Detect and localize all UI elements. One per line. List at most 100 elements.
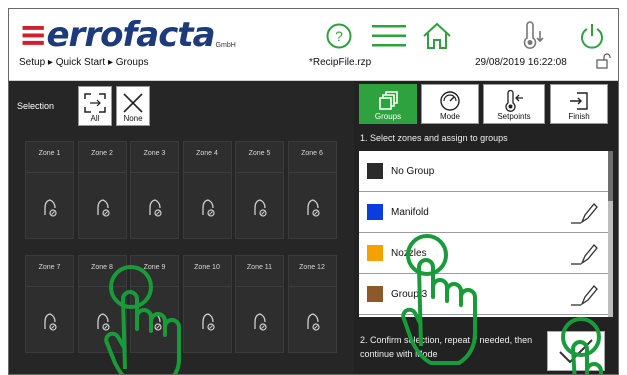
nozzle-icon <box>94 198 112 223</box>
nozzle-icon <box>146 312 164 337</box>
zone-divider <box>131 172 178 173</box>
zone-name: Zone 9 <box>143 264 166 271</box>
group-name: Nozzles <box>391 248 427 259</box>
tab-finish-label: Finish <box>568 112 590 121</box>
zone-divider <box>26 286 73 287</box>
instruction-step-1: 1. Select zones and assign to groups <box>360 133 508 143</box>
group-color-swatch <box>367 163 383 179</box>
zone-tile[interactable]: Zone 9 <box>130 255 179 353</box>
tab-groups-label: Groups <box>374 112 402 121</box>
zone-divider <box>288 286 336 287</box>
zone-tile[interactable]: Zone 7 <box>25 255 74 353</box>
select-all-button[interactable]: All <box>78 86 112 126</box>
nozzle-icon <box>304 198 322 223</box>
instruction-step-2: 2. Confirm selection, repeat if needed, … <box>360 335 533 359</box>
tab-setpoints-label: Setpoints <box>497 112 531 121</box>
zone-tile[interactable]: Zone 6 <box>287 141 337 239</box>
zone-name: Zone 10 <box>194 264 220 271</box>
zone-panel: Selection All None Zone 1 Zone 2 Zone 3 Zon… <box>9 81 354 374</box>
nozzle-icon <box>41 198 59 223</box>
logo-text: ≡errofacta <box>19 15 216 55</box>
nozzle-icon <box>304 312 322 337</box>
select-all-label: All <box>90 114 100 123</box>
groups-icon <box>379 91 398 110</box>
select-none-label: None <box>123 114 143 123</box>
group-row-manifold[interactable]: Manifold <box>359 192 609 233</box>
lock-icon[interactable] <box>595 53 611 74</box>
select-all-icon <box>84 93 106 113</box>
nozzle-icon <box>251 198 269 223</box>
edit-icon[interactable] <box>569 282 599 313</box>
finish-icon <box>570 92 588 110</box>
zone-tile[interactable]: Zone 11 <box>235 255 284 353</box>
group-name: Manifold <box>391 207 429 218</box>
group-color-swatch <box>367 245 383 261</box>
zone-divider <box>131 286 178 287</box>
checkmark-icon <box>559 339 593 364</box>
tab-groups[interactable]: Groups <box>359 84 417 124</box>
nozzle-icon <box>199 198 217 223</box>
menu-icon[interactable] <box>367 19 411 53</box>
zone-name: Zone 6 <box>301 150 323 157</box>
zone-tile[interactable]: Zone 8 <box>77 255 127 353</box>
group-color-swatch <box>367 204 383 220</box>
zone-divider <box>288 172 336 173</box>
ferrofacta-logo: ≡errofacta GmbH <box>19 15 236 55</box>
group-list-scrollbar[interactable] <box>608 151 613 317</box>
group-color-swatch <box>367 286 383 302</box>
group-row-nozzles[interactable]: Nozzles <box>359 233 609 274</box>
nozzle-icon <box>146 198 164 223</box>
recipe-file-name: *RecipFile.rzp <box>309 57 372 68</box>
mode-icon <box>440 91 460 111</box>
confirm-button[interactable] <box>547 331 605 371</box>
zone-name: Zone 4 <box>196 150 218 157</box>
nozzle-icon <box>41 312 59 337</box>
zone-divider <box>183 172 231 173</box>
group-row-group-3[interactable]: Group 3 <box>359 274 609 315</box>
zone-tile[interactable]: Zone 3 <box>130 141 179 239</box>
zone-tile[interactable]: Zone 2 <box>77 141 127 239</box>
zone-divider <box>183 286 231 287</box>
zone-tile[interactable]: Zone 4 <box>182 141 232 239</box>
tab-mode[interactable]: Mode <box>421 84 479 124</box>
edit-icon[interactable] <box>569 241 599 272</box>
zone-name: Zone 3 <box>143 150 166 157</box>
zone-name: Zone 8 <box>91 264 113 271</box>
zone-name: Zone 12 <box>299 264 325 271</box>
group-name: No Group <box>391 166 435 177</box>
nozzle-icon <box>94 312 112 337</box>
tab-mode-label: Mode <box>439 112 460 121</box>
group-list: No Group Manifold Nozzles Group 3 <box>359 151 609 317</box>
zone-name: Zone 1 <box>38 150 61 157</box>
edit-icon[interactable] <box>569 200 599 231</box>
zone-tile[interactable]: Zone 10 <box>182 255 232 353</box>
groups-panel: Groups Mode Setpoints Finish 1. Select z… <box>354 81 618 374</box>
close-icon <box>123 93 143 113</box>
tab-finish[interactable]: Finish <box>550 84 608 124</box>
zone-divider <box>236 172 283 173</box>
scrollbar-thumb[interactable] <box>608 151 613 201</box>
power-icon[interactable] <box>574 19 610 53</box>
breadcrumb: Setup ▸ Quick Start ▸ Groups <box>19 57 149 68</box>
nozzle-icon <box>199 312 217 337</box>
zone-divider <box>78 286 126 287</box>
zone-divider <box>78 172 126 173</box>
zone-tile[interactable]: Zone 5 <box>235 141 284 239</box>
help-icon[interactable]: ? <box>321 19 357 53</box>
zone-name: Zone 11 <box>246 264 273 271</box>
zone-tile[interactable]: Zone 1 <box>25 141 74 239</box>
temperature-icon[interactable] <box>515 19 551 53</box>
zone-divider <box>26 172 73 173</box>
nozzle-icon <box>251 312 269 337</box>
zone-tile[interactable]: Zone 12 <box>287 255 337 353</box>
tab-setpoints[interactable]: Setpoints <box>483 84 545 124</box>
zone-name: Zone 7 <box>38 264 61 271</box>
header-bar: ≡errofacta GmbH ? Setup ▸ Quick Start ▸ … <box>9 9 618 81</box>
svg-text:?: ? <box>335 28 343 44</box>
zone-divider <box>236 286 283 287</box>
selection-label: Selection <box>17 101 55 111</box>
select-none-button[interactable]: None <box>116 86 150 126</box>
app-window: ≡errofacta GmbH ? Setup ▸ Quick Start ▸ … <box>8 8 619 375</box>
home-icon[interactable] <box>417 19 457 53</box>
group-row-no-group[interactable]: No Group <box>359 151 609 192</box>
